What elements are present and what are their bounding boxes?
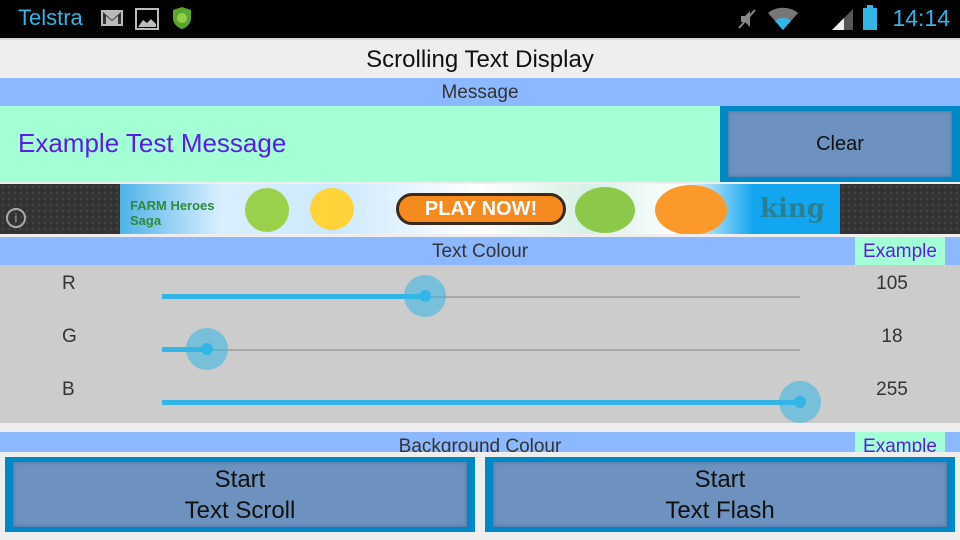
start-text-flash-button[interactable]: Start Text Flash [485,457,955,532]
carrier-name: Telstra [18,5,83,30]
ad-character-4 [655,185,727,234]
start-text-flash-line1: Start [694,465,746,493]
ad-image[interactable]: FARM Heroes Saga PLAY NOW! king [120,184,840,234]
slider-thumb-r[interactable] [403,275,446,317]
message-input[interactable]: Example Test Message [0,106,720,182]
slider-thumb-b[interactable] [779,381,821,423]
start-text-scroll-button[interactable]: Start Text Scroll [5,457,475,532]
background-colour-header: Background Colour Example [0,432,960,452]
ad-game-title: FARM Heroes Saga [130,198,215,228]
start-text-scroll-line2: Text Scroll [184,496,296,524]
slider-fill-r [162,294,425,299]
clear-button-label: Clear [728,111,952,177]
text-colour-header-label: Text Colour [431,241,529,262]
ad-banner[interactable]: i FARM Heroes Saga PLAY NOW! king [0,184,960,234]
channel-label-g: G [62,326,77,347]
message-header-label: Message [441,82,519,103]
slider-row-r: R 105 [0,268,960,321]
channel-value-r: 105 [876,273,908,294]
signal-icon [830,7,854,35]
background-colour-header-label: Background Colour [398,436,562,452]
slider-thumb-g[interactable] [186,328,229,370]
mute-icon [736,8,758,34]
slider-track-g[interactable] [162,349,800,351]
slider-fill-b [162,400,800,405]
channel-value-b: 255 [876,379,908,400]
battery-icon [862,5,878,35]
channel-value-g: 18 [881,326,903,347]
text-colour-sliders: R 105 G 18 B 255 [0,265,960,423]
message-text: Example Test Message [18,128,287,158]
action-bar: Scrolling Text Display [0,38,960,78]
start-text-flash-line2: Text Flash [665,496,775,524]
gmail-icon [100,8,124,32]
ad-brand-logo: king [760,194,825,224]
app-badge-icon [170,6,194,34]
channel-label-r: R [62,273,76,294]
ad-character-3 [575,187,635,233]
page-title: Scrolling Text Display [366,46,594,73]
clock: 14:14 [892,5,950,31]
ad-play-now-button[interactable]: PLAY NOW! [396,193,566,225]
bottom-button-bar: Start Text Scroll Start Text Flash [0,452,960,540]
background-colour-example: Example [855,432,945,452]
ad-play-now-label: PLAY NOW! [424,198,538,220]
start-text-flash-label: Start Text Flash [493,462,947,527]
start-text-scroll-label: Start Text Scroll [13,462,467,527]
channel-label-b: B [62,379,75,400]
ad-character-2 [310,188,354,230]
start-text-scroll-line1: Start [214,465,266,493]
gallery-icon [135,8,159,34]
wifi-icon [767,7,799,35]
clear-button[interactable]: Clear [720,106,960,182]
text-colour-header: Text Colour Example [0,237,960,265]
message-row: Example Test Message Clear [0,106,960,182]
info-icon[interactable]: i [6,208,26,228]
slider-row-g: G 18 [0,321,960,374]
message-section-header: Message [0,78,960,106]
status-bar: Telstra 14:14 [0,0,960,38]
text-colour-example: Example [855,237,945,265]
slider-row-b: B 255 [0,374,960,427]
ad-character-1 [245,188,289,232]
